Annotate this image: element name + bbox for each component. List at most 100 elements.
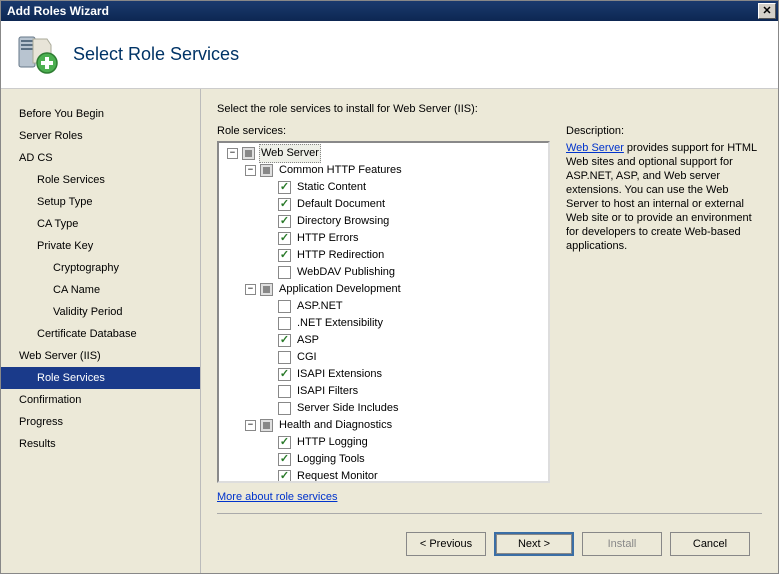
wizard-nav: Before You BeginServer RolesAD CSRole Se…: [1, 89, 201, 573]
tree-item-label: HTTP Errors: [295, 230, 361, 247]
checkbox[interactable]: [278, 453, 291, 466]
nav-item[interactable]: AD CS: [1, 147, 200, 169]
main-panel: Select the role services to install for …: [201, 89, 778, 573]
checkbox[interactable]: [278, 334, 291, 347]
checkbox[interactable]: [278, 181, 291, 194]
description-label: Description:: [566, 125, 762, 137]
nav-item[interactable]: CA Type: [1, 213, 200, 235]
checkbox[interactable]: [278, 351, 291, 364]
tree-item-label: Health and Diagnostics: [277, 417, 394, 434]
tree-item-label: Default Document: [295, 196, 387, 213]
role-services-label: Role services:: [217, 125, 550, 137]
tree-item-label: .NET Extensibility: [295, 315, 385, 332]
tree-item-label: ISAPI Extensions: [295, 366, 384, 383]
tree-item-label: ASP: [295, 332, 321, 349]
tree-row[interactable]: Logging Tools: [223, 451, 546, 468]
tree-item-label: Static Content: [295, 179, 368, 196]
tree-item-label: Directory Browsing: [295, 213, 391, 230]
description-body: provides support for HTML Web sites and …: [566, 142, 757, 252]
tree-item-label: Logging Tools: [295, 451, 367, 468]
nav-item[interactable]: Results: [1, 433, 200, 455]
checkbox[interactable]: [278, 470, 291, 481]
install-button[interactable]: Install: [582, 532, 662, 556]
nav-item[interactable]: Before You Begin: [1, 103, 200, 125]
tree-row[interactable]: − Health and Diagnostics: [223, 417, 546, 434]
collapse-icon[interactable]: −: [245, 420, 256, 431]
titlebar: Add Roles Wizard ✕: [1, 1, 778, 21]
checkbox[interactable]: [260, 164, 273, 177]
tree-row[interactable]: WebDAV Publishing: [223, 264, 546, 281]
tree-row[interactable]: Default Document: [223, 196, 546, 213]
tree-item-label: HTTP Logging: [295, 434, 370, 451]
more-about-link[interactable]: More about role services: [217, 491, 550, 503]
tree-item-label: Application Development: [277, 281, 403, 298]
wizard-footer: < Previous Next > Install Cancel: [217, 513, 762, 573]
checkbox[interactable]: [278, 300, 291, 313]
checkbox[interactable]: [260, 419, 273, 432]
wizard-icon: [15, 33, 59, 77]
tree-item-label: ISAPI Filters: [295, 383, 360, 400]
nav-item[interactable]: Validity Period: [1, 301, 200, 323]
tree-row[interactable]: ISAPI Filters: [223, 383, 546, 400]
tree-row[interactable]: − Common HTTP Features: [223, 162, 546, 179]
description-link[interactable]: Web Server: [566, 142, 624, 154]
tree-row[interactable]: ASP: [223, 332, 546, 349]
tree-row[interactable]: Directory Browsing: [223, 213, 546, 230]
checkbox[interactable]: [278, 436, 291, 449]
checkbox[interactable]: [278, 317, 291, 330]
page-title: Select Role Services: [73, 44, 239, 65]
tree-item-label: Common HTTP Features: [277, 162, 404, 179]
tree-row[interactable]: HTTP Redirection: [223, 247, 546, 264]
tree-row[interactable]: HTTP Errors: [223, 230, 546, 247]
next-button[interactable]: Next >: [494, 532, 574, 556]
nav-item[interactable]: CA Name: [1, 279, 200, 301]
checkbox[interactable]: [278, 368, 291, 381]
tree-item-label: Server Side Includes: [295, 400, 401, 417]
role-services-tree[interactable]: −Web Server−Common HTTP FeaturesStatic C…: [217, 141, 550, 483]
description-text: Web Server provides support for HTML Web…: [566, 141, 762, 253]
tree-item-label: CGI: [295, 349, 319, 366]
tree-item-label: WebDAV Publishing: [295, 264, 397, 281]
checkbox[interactable]: [278, 232, 291, 245]
nav-item[interactable]: Role Services: [1, 169, 200, 191]
nav-item[interactable]: Private Key: [1, 235, 200, 257]
previous-button[interactable]: < Previous: [406, 532, 486, 556]
tree-row[interactable]: Static Content: [223, 179, 546, 196]
nav-item[interactable]: Server Roles: [1, 125, 200, 147]
nav-item[interactable]: Role Services: [1, 367, 200, 389]
checkbox[interactable]: [278, 198, 291, 211]
nav-item[interactable]: Cryptography: [1, 257, 200, 279]
tree-row[interactable]: ASP.NET: [223, 298, 546, 315]
window-title: Add Roles Wizard: [7, 4, 758, 18]
collapse-icon[interactable]: −: [245, 165, 256, 176]
checkbox[interactable]: [278, 266, 291, 279]
tree-row[interactable]: HTTP Logging: [223, 434, 546, 451]
tree-item-label: Request Monitor: [295, 468, 380, 481]
tree-row[interactable]: Server Side Includes: [223, 400, 546, 417]
checkbox[interactable]: [278, 385, 291, 398]
instruction-text: Select the role services to install for …: [217, 103, 762, 115]
tree-item-label: HTTP Redirection: [295, 247, 386, 264]
close-button[interactable]: ✕: [758, 3, 776, 19]
collapse-icon[interactable]: −: [245, 284, 256, 295]
checkbox[interactable]: [278, 215, 291, 228]
tree-row[interactable]: − Application Development: [223, 281, 546, 298]
tree-item-label: ASP.NET: [295, 298, 345, 315]
checkbox[interactable]: [278, 249, 291, 262]
nav-item[interactable]: Web Server (IIS): [1, 345, 200, 367]
collapse-icon[interactable]: −: [227, 148, 238, 159]
tree-row[interactable]: ISAPI Extensions: [223, 366, 546, 383]
tree-row[interactable]: −Web Server: [223, 145, 546, 162]
checkbox[interactable]: [242, 147, 255, 160]
close-icon: ✕: [762, 6, 771, 17]
tree-row[interactable]: CGI: [223, 349, 546, 366]
cancel-button[interactable]: Cancel: [670, 532, 750, 556]
nav-item[interactable]: Certificate Database: [1, 323, 200, 345]
nav-item[interactable]: Setup Type: [1, 191, 200, 213]
tree-row[interactable]: Request Monitor: [223, 468, 546, 481]
nav-item[interactable]: Progress: [1, 411, 200, 433]
checkbox[interactable]: [278, 402, 291, 415]
nav-item[interactable]: Confirmation: [1, 389, 200, 411]
tree-row[interactable]: .NET Extensibility: [223, 315, 546, 332]
checkbox[interactable]: [260, 283, 273, 296]
